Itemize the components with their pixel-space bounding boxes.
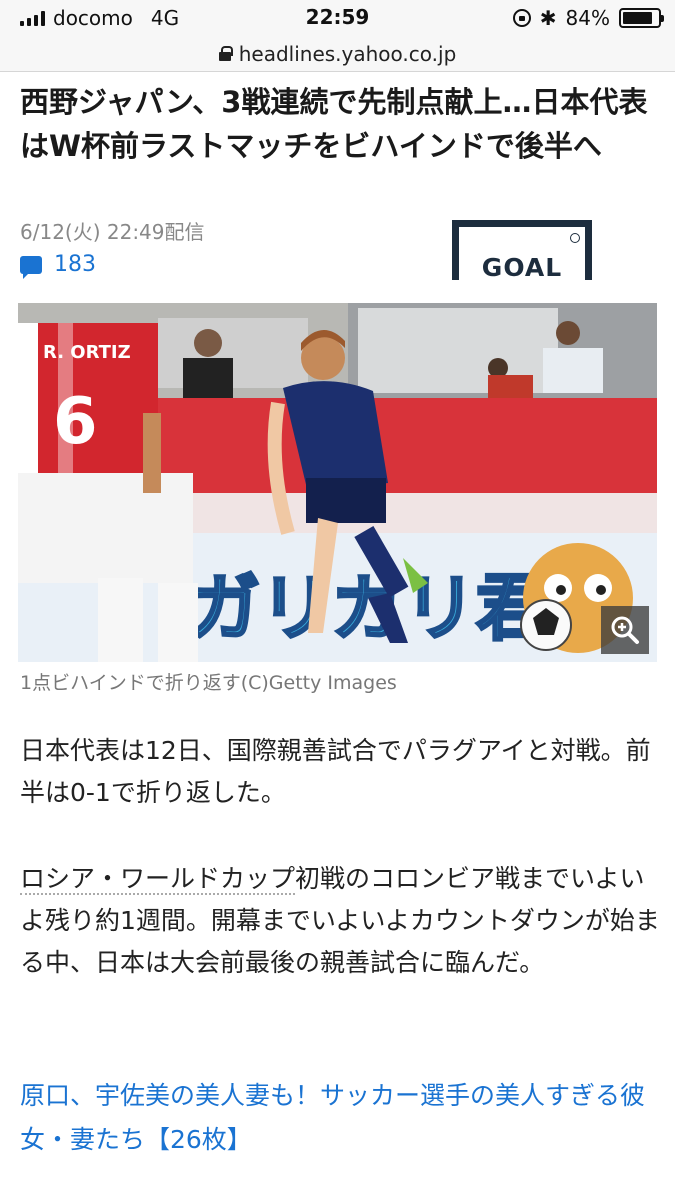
url-bar[interactable]: headlines.yahoo.co.jp [0, 36, 675, 72]
image-caption: 1点ビハインドで折り返す(C)Getty Images [20, 672, 397, 694]
article-headline: 西野ジャパン、3戦連続で先制点献上…日本代表はW杯前ラストマッチをビハインドで後… [20, 85, 648, 163]
keyword-link[interactable]: ロシア・ワールドカップ [20, 864, 296, 895]
padlock-icon [218, 46, 233, 61]
banner-text: ガリガリ君 [188, 566, 548, 650]
article-paragraph-2: ロシア・ワールドカップ初戦のコロンビア戦までいよいよ残り約1週間。開幕までいよい… [20, 858, 660, 984]
url-text[interactable]: headlines.yahoo.co.jp [239, 42, 457, 66]
magnifier-icon [611, 616, 639, 644]
article-paragraph-1: 日本代表は12日、国際親善試合でパラグアイと対戦。前半は0-1で折り返した。 [20, 736, 651, 807]
status-bar: docomo 4G 22:59 ✱ 84% [0, 0, 675, 36]
photo-illustration: ガリガリ君 R. ORTIZ 6 [18, 303, 657, 662]
source-logo-text: GOAL [481, 253, 563, 282]
source-logo[interactable]: GOAL [452, 220, 592, 282]
related-gallery-link[interactable]: 原口、宇佐美の美人妻も！サッカー選手の美人すぎる彼女・妻たち【26枚】 [20, 1074, 660, 1162]
jersey-number: 6 [53, 385, 98, 459]
rotation-lock-icon [512, 9, 531, 27]
battery-percent: 84% [565, 6, 610, 30]
article-photo[interactable]: ガリガリ君 R. ORTIZ 6 [18, 303, 657, 662]
publish-date: 6/12(火) 22:49配信 [20, 220, 205, 244]
system-icons: ✱ 84% [512, 6, 664, 30]
bluetooth-icon: ✱ [539, 6, 557, 30]
battery-level [623, 12, 652, 24]
comment-bubble-icon [20, 255, 42, 279]
jersey-name: R. ORTIZ [43, 342, 131, 363]
comment-count[interactable]: 183 [54, 252, 96, 277]
comments-link[interactable]: 183 [20, 252, 96, 279]
battery-icon [619, 8, 664, 28]
zoom-button[interactable] [601, 606, 649, 654]
